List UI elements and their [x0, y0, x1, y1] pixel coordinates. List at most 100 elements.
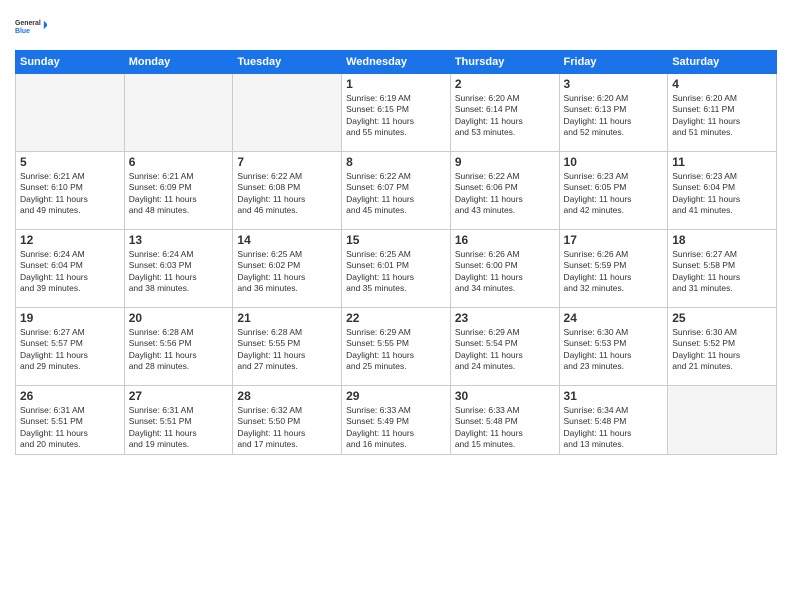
calendar-cell	[233, 74, 342, 152]
day-number: 10	[564, 155, 664, 169]
svg-text:Blue: Blue	[15, 28, 30, 35]
day-info: Sunrise: 6:24 AM Sunset: 6:03 PM Dayligh…	[129, 249, 229, 295]
logo-svg: General Blue	[15, 10, 47, 42]
day-number: 26	[20, 389, 120, 403]
calendar-cell: 2 Sunrise: 6:20 AM Sunset: 6:14 PM Daylig…	[450, 74, 559, 152]
day-number: 4	[672, 77, 772, 91]
day-info: Sunrise: 6:30 AM Sunset: 5:53 PM Dayligh…	[564, 327, 664, 373]
calendar-cell: 31 Sunrise: 6:34 AM Sunset: 5:48 PM Dayli…	[559, 386, 668, 455]
calendar-cell: 9 Sunrise: 6:22 AM Sunset: 6:06 PM Daylig…	[450, 152, 559, 230]
weekday-header-friday: Friday	[559, 51, 668, 74]
day-info: Sunrise: 6:23 AM Sunset: 6:04 PM Dayligh…	[672, 171, 772, 217]
calendar-week-4: 19 Sunrise: 6:27 AM Sunset: 5:57 PM Dayli…	[16, 308, 777, 386]
day-info: Sunrise: 6:24 AM Sunset: 6:04 PM Dayligh…	[20, 249, 120, 295]
day-number: 14	[237, 233, 337, 247]
calendar-cell: 5Sunrise: 6:21 AM Sunset: 6:10 PM Daylig…	[16, 152, 125, 230]
day-info: Sunrise: 6:28 AM Sunset: 5:55 PM Dayligh…	[237, 327, 337, 373]
weekday-header-sunday: Sunday	[16, 51, 125, 74]
calendar-cell: 1 Sunrise: 6:19 AM Sunset: 6:15 PM Daylig…	[342, 74, 451, 152]
day-info: Sunrise: 6:22 AM Sunset: 6:07 PM Dayligh…	[346, 171, 446, 217]
day-info: Sunrise: 6:27 AM Sunset: 5:58 PM Dayligh…	[672, 249, 772, 295]
day-number: 2	[455, 77, 555, 91]
calendar-cell: 8 Sunrise: 6:22 AM Sunset: 6:07 PM Daylig…	[342, 152, 451, 230]
day-info: Sunrise: 6:27 AM Sunset: 5:57 PM Dayligh…	[20, 327, 120, 373]
day-info: Sunrise: 6:20 AM Sunset: 6:13 PM Dayligh…	[564, 93, 664, 139]
day-info: Sunrise: 6:34 AM Sunset: 5:48 PM Dayligh…	[564, 405, 664, 451]
calendar-week-5: 26 Sunrise: 6:31 AM Sunset: 5:51 PM Dayli…	[16, 386, 777, 455]
day-info: Sunrise: 6:22 AM Sunset: 6:08 PM Dayligh…	[237, 171, 337, 217]
calendar-week-2: 5Sunrise: 6:21 AM Sunset: 6:10 PM Daylig…	[16, 152, 777, 230]
day-info: Sunrise: 6:26 AM Sunset: 5:59 PM Dayligh…	[564, 249, 664, 295]
weekday-header-thursday: Thursday	[450, 51, 559, 74]
calendar-cell	[668, 386, 777, 455]
calendar-cell: 4Sunrise: 6:20 AM Sunset: 6:11 PM Daylig…	[668, 74, 777, 152]
weekday-header-wednesday: Wednesday	[342, 51, 451, 74]
calendar-cell: 13 Sunrise: 6:24 AM Sunset: 6:03 PM Dayli…	[124, 230, 233, 308]
day-number: 23	[455, 311, 555, 325]
day-info: Sunrise: 6:26 AM Sunset: 6:00 PM Dayligh…	[455, 249, 555, 295]
logo: General Blue	[15, 10, 47, 42]
day-number: 27	[129, 389, 229, 403]
day-number: 12	[20, 233, 120, 247]
day-number: 8	[346, 155, 446, 169]
calendar-week-1: 1 Sunrise: 6:19 AM Sunset: 6:15 PM Daylig…	[16, 74, 777, 152]
day-info: Sunrise: 6:30 AM Sunset: 5:52 PM Dayligh…	[672, 327, 772, 373]
calendar-cell: 26 Sunrise: 6:31 AM Sunset: 5:51 PM Dayli…	[16, 386, 125, 455]
day-number: 25	[672, 311, 772, 325]
calendar-cell: 11Sunrise: 6:23 AM Sunset: 6:04 PM Dayli…	[668, 152, 777, 230]
weekday-header-monday: Monday	[124, 51, 233, 74]
day-number: 28	[237, 389, 337, 403]
day-info: Sunrise: 6:31 AM Sunset: 5:51 PM Dayligh…	[129, 405, 229, 451]
calendar-week-3: 12 Sunrise: 6:24 AM Sunset: 6:04 PM Dayli…	[16, 230, 777, 308]
day-number: 5	[20, 155, 120, 169]
calendar-cell: 28 Sunrise: 6:32 AM Sunset: 5:50 PM Dayli…	[233, 386, 342, 455]
day-number: 22	[346, 311, 446, 325]
weekday-header-row: SundayMondayTuesdayWednesdayThursdayFrid…	[16, 51, 777, 74]
calendar-cell: 16Sunrise: 6:26 AM Sunset: 6:00 PM Dayli…	[450, 230, 559, 308]
header: General Blue	[15, 10, 777, 42]
day-info: Sunrise: 6:33 AM Sunset: 5:48 PM Dayligh…	[455, 405, 555, 451]
day-info: Sunrise: 6:32 AM Sunset: 5:50 PM Dayligh…	[237, 405, 337, 451]
day-info: Sunrise: 6:23 AM Sunset: 6:05 PM Dayligh…	[564, 171, 664, 217]
svg-text:General: General	[15, 20, 41, 27]
calendar-cell: 20Sunrise: 6:28 AM Sunset: 5:56 PM Dayli…	[124, 308, 233, 386]
day-info: Sunrise: 6:28 AM Sunset: 5:56 PM Dayligh…	[129, 327, 229, 373]
day-number: 17	[564, 233, 664, 247]
calendar-cell: 22 Sunrise: 6:29 AM Sunset: 5:55 PM Dayli…	[342, 308, 451, 386]
day-number: 9	[455, 155, 555, 169]
calendar-cell	[124, 74, 233, 152]
day-number: 29	[346, 389, 446, 403]
weekday-header-tuesday: Tuesday	[233, 51, 342, 74]
weekday-header-saturday: Saturday	[668, 51, 777, 74]
day-info: Sunrise: 6:20 AM Sunset: 6:14 PM Dayligh…	[455, 93, 555, 139]
day-number: 19	[20, 311, 120, 325]
page: General Blue SundayMondayTuesdayWednesda…	[0, 0, 792, 612]
calendar-cell: 24 Sunrise: 6:30 AM Sunset: 5:53 PM Dayli…	[559, 308, 668, 386]
day-info: Sunrise: 6:22 AM Sunset: 6:06 PM Dayligh…	[455, 171, 555, 217]
calendar-cell: 6 Sunrise: 6:21 AM Sunset: 6:09 PM Daylig…	[124, 152, 233, 230]
day-info: Sunrise: 6:21 AM Sunset: 6:09 PM Dayligh…	[129, 171, 229, 217]
day-info: Sunrise: 6:19 AM Sunset: 6:15 PM Dayligh…	[346, 93, 446, 139]
calendar-cell: 17 Sunrise: 6:26 AM Sunset: 5:59 PM Dayli…	[559, 230, 668, 308]
day-info: Sunrise: 6:33 AM Sunset: 5:49 PM Dayligh…	[346, 405, 446, 451]
calendar-cell: 15Sunrise: 6:25 AM Sunset: 6:01 PM Dayli…	[342, 230, 451, 308]
day-number: 6	[129, 155, 229, 169]
calendar-cell: 27 Sunrise: 6:31 AM Sunset: 5:51 PM Dayli…	[124, 386, 233, 455]
day-number: 1	[346, 77, 446, 91]
calendar-cell: 19 Sunrise: 6:27 AM Sunset: 5:57 PM Dayli…	[16, 308, 125, 386]
day-number: 24	[564, 311, 664, 325]
day-info: Sunrise: 6:29 AM Sunset: 5:55 PM Dayligh…	[346, 327, 446, 373]
day-info: Sunrise: 6:25 AM Sunset: 6:02 PM Dayligh…	[237, 249, 337, 295]
calendar-cell: 23Sunrise: 6:29 AM Sunset: 5:54 PM Dayli…	[450, 308, 559, 386]
calendar-cell: 18Sunrise: 6:27 AM Sunset: 5:58 PM Dayli…	[668, 230, 777, 308]
day-info: Sunrise: 6:31 AM Sunset: 5:51 PM Dayligh…	[20, 405, 120, 451]
day-number: 30	[455, 389, 555, 403]
calendar-cell: 25 Sunrise: 6:30 AM Sunset: 5:52 PM Dayli…	[668, 308, 777, 386]
day-number: 13	[129, 233, 229, 247]
calendar: SundayMondayTuesdayWednesdayThursdayFrid…	[15, 50, 777, 455]
calendar-cell: 29 Sunrise: 6:33 AM Sunset: 5:49 PM Dayli…	[342, 386, 451, 455]
calendar-cell: 21Sunrise: 6:28 AM Sunset: 5:55 PM Dayli…	[233, 308, 342, 386]
day-number: 31	[564, 389, 664, 403]
calendar-cell: 10 Sunrise: 6:23 AM Sunset: 6:05 PM Dayli…	[559, 152, 668, 230]
day-number: 3	[564, 77, 664, 91]
